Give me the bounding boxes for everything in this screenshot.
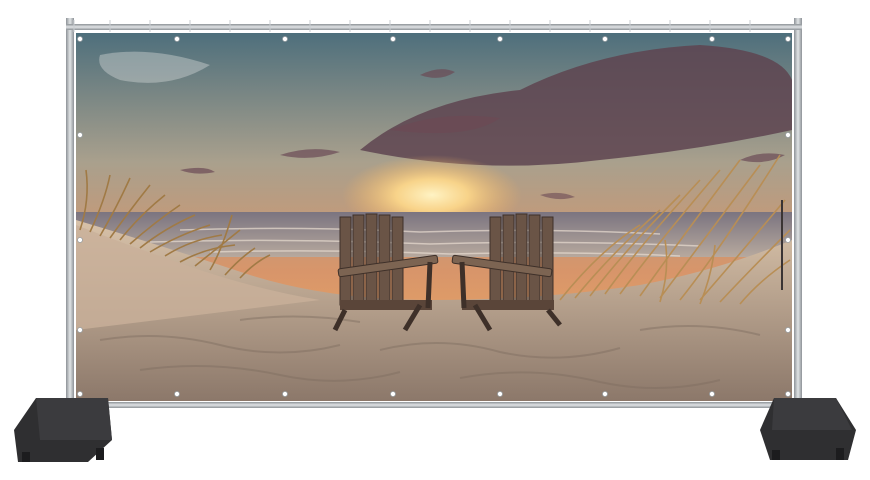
fence-banner — [0, 0, 870, 480]
fence-top-rail — [66, 24, 802, 30]
fence-foot-right — [760, 398, 856, 460]
fence-bottom-rail — [66, 402, 802, 408]
fence-post-left — [66, 18, 74, 410]
banner-print — [76, 33, 792, 401]
fence-post-right — [794, 18, 802, 410]
fence-illustration — [14, 18, 856, 462]
fence-foot-left — [14, 398, 112, 462]
